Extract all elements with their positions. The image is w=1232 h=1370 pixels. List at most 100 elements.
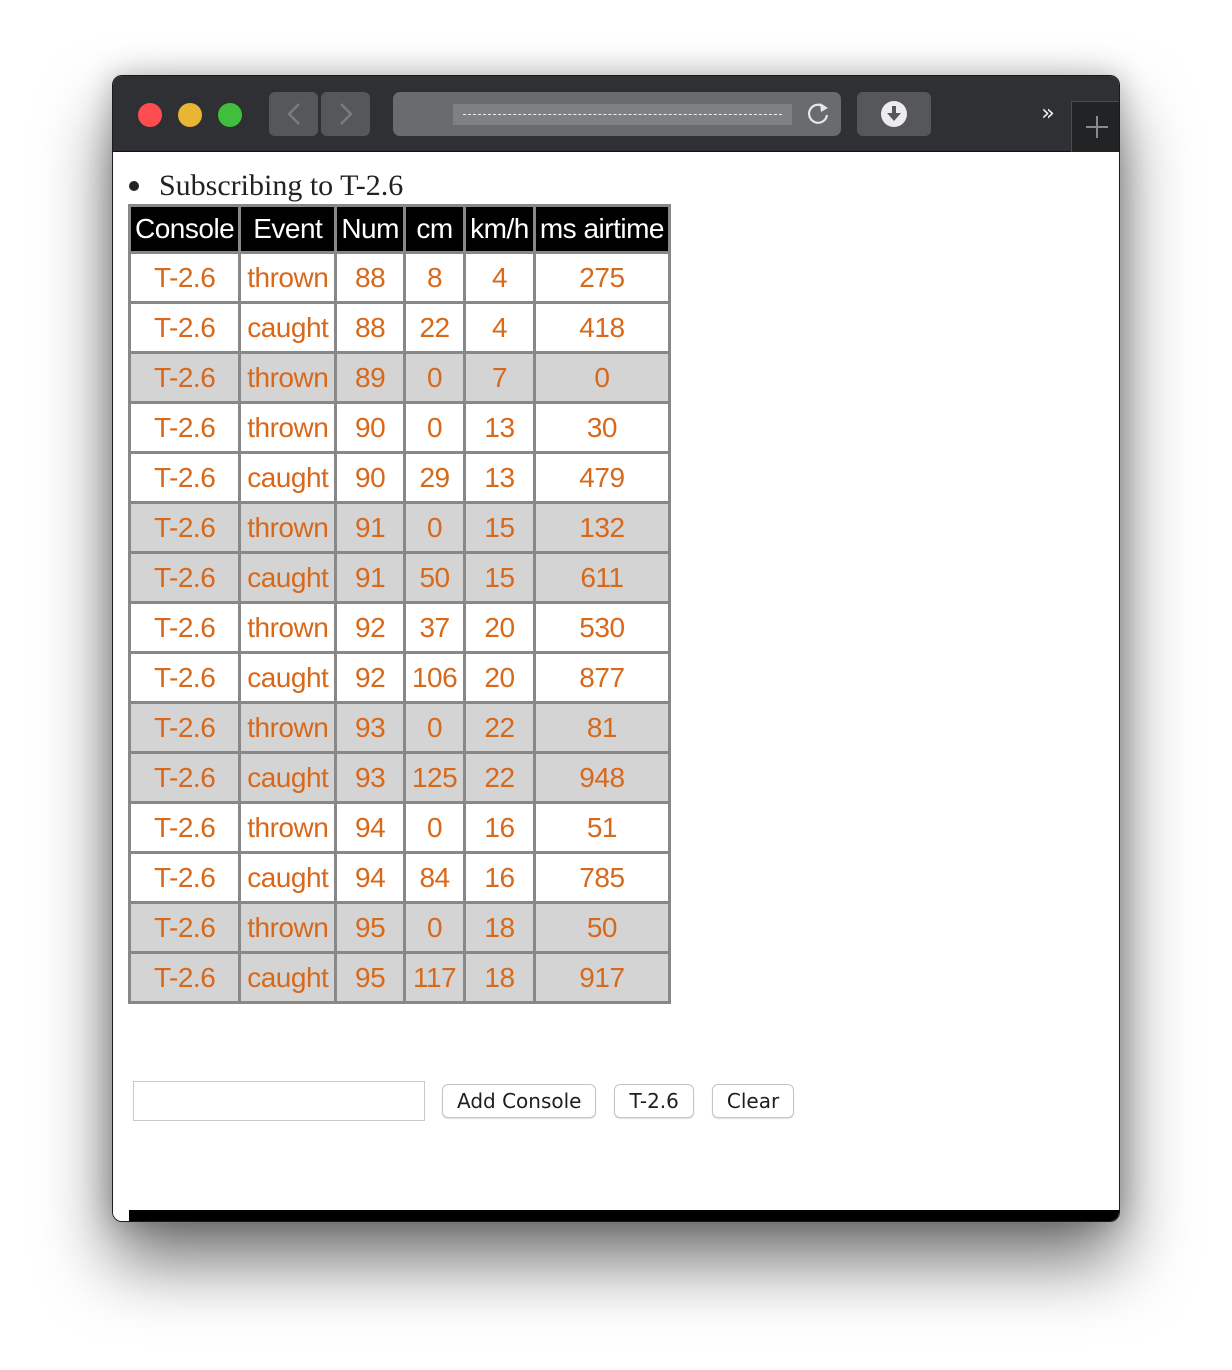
cell-airtime: 275 bbox=[535, 254, 671, 304]
redacted-url bbox=[463, 114, 782, 115]
cell-console: T-2.6 bbox=[131, 754, 242, 804]
maximize-window-button[interactable] bbox=[218, 103, 242, 127]
cell-num: 90 bbox=[337, 404, 406, 454]
cell-console: T-2.6 bbox=[131, 254, 242, 304]
cell-kmh: 15 bbox=[466, 554, 536, 604]
forward-button[interactable] bbox=[321, 92, 370, 136]
header-num: Num bbox=[337, 207, 406, 254]
table-row: T-2.6 thrown 90 0 13 30 bbox=[131, 404, 671, 454]
address-bar[interactable] bbox=[393, 92, 841, 136]
cell-console: T-2.6 bbox=[131, 554, 242, 604]
cell-num: 89 bbox=[337, 354, 406, 404]
browser-window: ›› Subscribing to T-2.6 Console Event Nu… bbox=[112, 75, 1120, 1222]
cell-event: thrown bbox=[241, 604, 338, 654]
cell-airtime: 132 bbox=[535, 504, 671, 554]
close-window-button[interactable] bbox=[138, 103, 162, 127]
reload-icon[interactable] bbox=[805, 101, 831, 127]
table-row: T-2.6 thrown 92 37 20 530 bbox=[131, 604, 671, 654]
cell-cm: 0 bbox=[405, 404, 467, 454]
cell-kmh: 4 bbox=[466, 304, 536, 354]
url-text[interactable] bbox=[453, 104, 792, 125]
cell-console: T-2.6 bbox=[131, 504, 242, 554]
cell-event: thrown bbox=[241, 704, 338, 754]
cell-airtime: 479 bbox=[535, 454, 671, 504]
cell-airtime: 81 bbox=[535, 704, 671, 754]
cell-cm: 0 bbox=[405, 704, 467, 754]
table-row: T-2.6 thrown 94 0 16 51 bbox=[131, 804, 671, 854]
cell-cm: 0 bbox=[405, 804, 467, 854]
clear-button[interactable]: Clear bbox=[711, 1084, 795, 1118]
cell-num: 90 bbox=[337, 454, 406, 504]
cell-kmh: 13 bbox=[466, 404, 536, 454]
cell-event: caught bbox=[241, 854, 338, 904]
table-row: T-2.6 caught 90 29 13 479 bbox=[131, 454, 671, 504]
plus-icon bbox=[1085, 116, 1108, 138]
cell-airtime: 948 bbox=[535, 754, 671, 804]
cell-kmh: 18 bbox=[466, 904, 536, 954]
cell-airtime: 50 bbox=[535, 904, 671, 954]
cell-num: 88 bbox=[337, 254, 406, 304]
cell-event: caught bbox=[241, 304, 338, 354]
cell-cm: 0 bbox=[405, 504, 467, 554]
new-tab-button[interactable] bbox=[1071, 101, 1119, 152]
table-header-row: Console Event Num cm km/h ms airtime bbox=[131, 207, 671, 254]
controls-row: Add Console T-2.6 Clear bbox=[133, 1081, 812, 1121]
cell-num: 93 bbox=[337, 704, 406, 754]
table-row: T-2.6 thrown 88 8 4 275 bbox=[131, 254, 671, 304]
cell-kmh: 16 bbox=[466, 804, 536, 854]
cell-event: thrown bbox=[241, 904, 338, 954]
overflow-chevron-icon[interactable]: ›› bbox=[1031, 100, 1061, 128]
cell-kmh: 16 bbox=[466, 854, 536, 904]
cell-airtime: 877 bbox=[535, 654, 671, 704]
header-console: Console bbox=[131, 207, 242, 254]
cell-kmh: 22 bbox=[466, 754, 536, 804]
cell-airtime: 530 bbox=[535, 604, 671, 654]
cell-cm: 117 bbox=[405, 954, 467, 1004]
table-row: T-2.6 caught 93 125 22 948 bbox=[131, 754, 671, 804]
minimize-window-button[interactable] bbox=[178, 103, 202, 127]
add-console-button[interactable]: Add Console bbox=[442, 1084, 597, 1118]
cell-console: T-2.6 bbox=[131, 454, 242, 504]
cell-event: caught bbox=[241, 454, 338, 504]
cell-console: T-2.6 bbox=[131, 954, 242, 1004]
cell-console: T-2.6 bbox=[131, 804, 242, 854]
cell-kmh: 20 bbox=[466, 654, 536, 704]
cell-cm: 22 bbox=[405, 304, 467, 354]
table-row: T-2.6 thrown 89 0 7 0 bbox=[131, 354, 671, 404]
table-body: T-2.6 thrown 88 8 4 275 T-2.6 caught 88 22 4 418 T-2… bbox=[131, 254, 671, 1004]
cell-cm: 37 bbox=[405, 604, 467, 654]
table-row: T-2.6 caught 92 106 20 877 bbox=[131, 654, 671, 704]
cell-airtime: 51 bbox=[535, 804, 671, 854]
table-row: T-2.6 caught 91 50 15 611 bbox=[131, 554, 671, 604]
downloads-button[interactable] bbox=[857, 92, 931, 136]
table-row: T-2.6 caught 95 117 18 917 bbox=[131, 954, 671, 1004]
cell-kmh: 7 bbox=[466, 354, 536, 404]
chevron-right-icon bbox=[339, 103, 353, 125]
browser-toolbar: ›› bbox=[113, 76, 1119, 152]
page-content: Subscribing to T-2.6 Console Event Num c… bbox=[113, 152, 1119, 1221]
table-row: T-2.6 thrown 91 0 15 132 bbox=[131, 504, 671, 554]
cell-event: caught bbox=[241, 554, 338, 604]
cell-num: 92 bbox=[337, 654, 406, 704]
cell-event: thrown bbox=[241, 354, 338, 404]
table-row: T-2.6 thrown 95 0 18 50 bbox=[131, 904, 671, 954]
cell-cm: 8 bbox=[405, 254, 467, 304]
bullet-icon bbox=[129, 181, 139, 191]
cell-airtime: 785 bbox=[535, 854, 671, 904]
cell-console: T-2.6 bbox=[131, 704, 242, 754]
cell-cm: 0 bbox=[405, 904, 467, 954]
download-icon bbox=[881, 101, 907, 127]
cell-num: 88 bbox=[337, 304, 406, 354]
cell-console: T-2.6 bbox=[131, 304, 242, 354]
cell-airtime: 0 bbox=[535, 354, 671, 404]
console-name-input[interactable] bbox=[133, 1081, 425, 1121]
back-button[interactable] bbox=[269, 92, 318, 136]
cell-airtime: 917 bbox=[535, 954, 671, 1004]
console-t26-button[interactable]: T-2.6 bbox=[614, 1084, 694, 1118]
cell-kmh: 4 bbox=[466, 254, 536, 304]
cell-console: T-2.6 bbox=[131, 404, 242, 454]
cell-event: caught bbox=[241, 654, 338, 704]
header-cm: cm bbox=[405, 207, 467, 254]
header-kmh: km/h bbox=[466, 207, 536, 254]
cell-num: 94 bbox=[337, 854, 406, 904]
